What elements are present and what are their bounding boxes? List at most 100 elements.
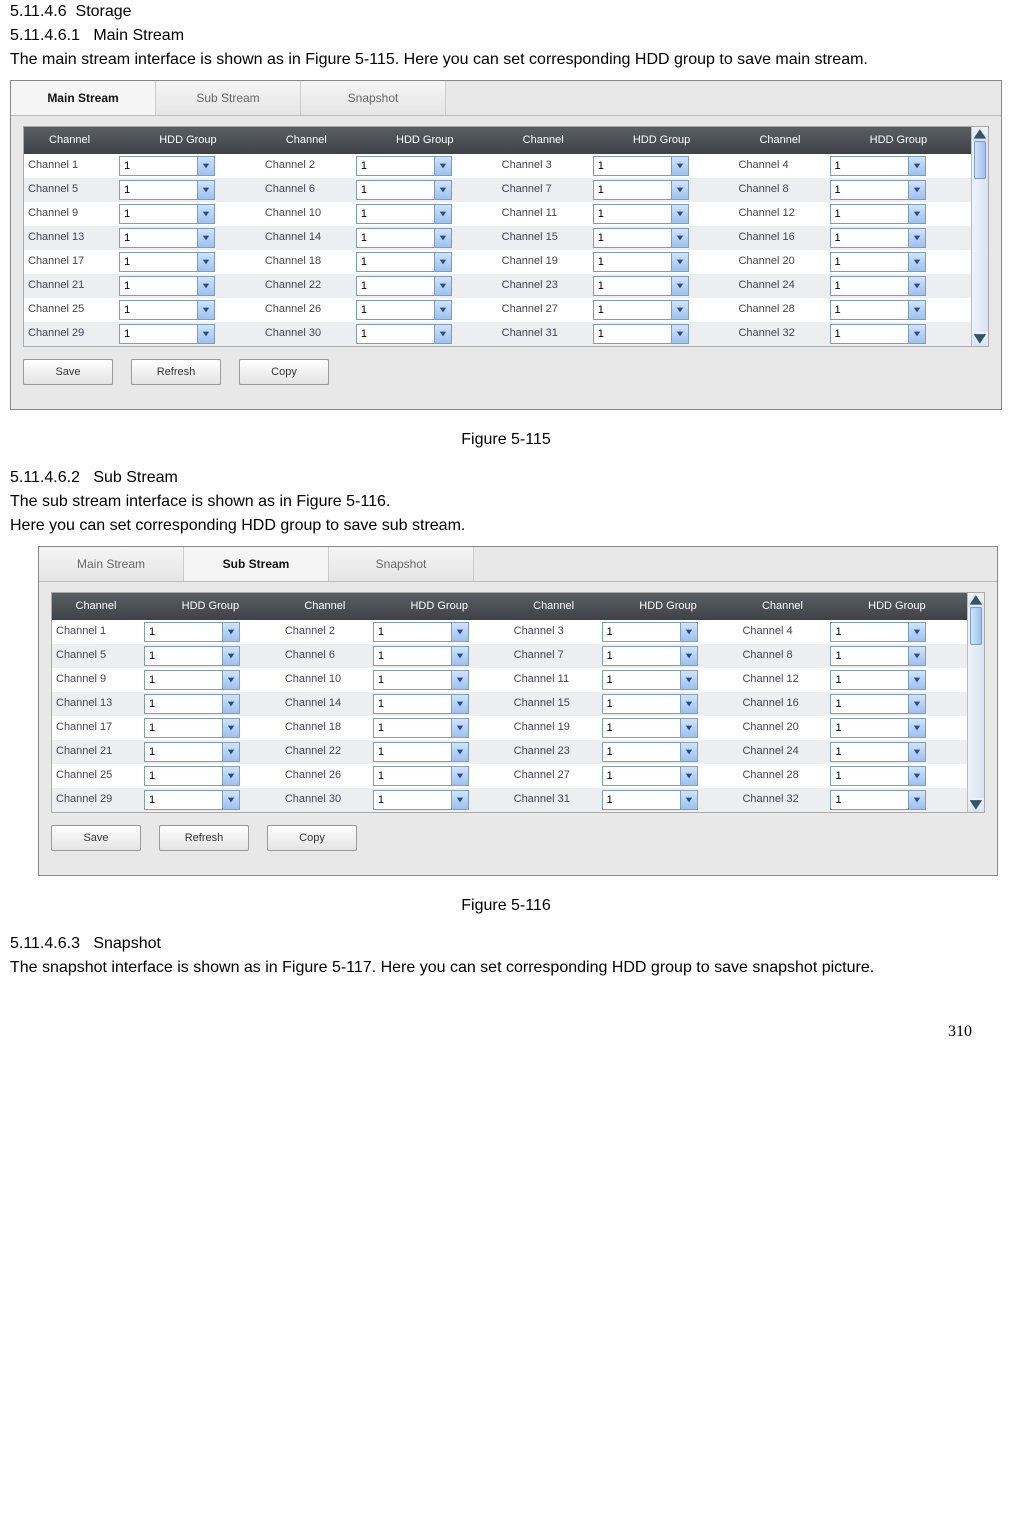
hdd-group-select[interactable]: 1	[830, 694, 926, 714]
tab-main-stream[interactable]: Main Stream	[11, 81, 156, 115]
vertical-scrollbar[interactable]	[971, 127, 988, 346]
hdd-group-select[interactable]: 1	[373, 718, 469, 738]
hdd-group-select[interactable]: 1	[119, 300, 215, 320]
hdd-group-select[interactable]: 1	[593, 228, 689, 248]
hdd-group-select[interactable]: 1	[830, 324, 926, 344]
hdd-group-select[interactable]: 1	[602, 670, 698, 690]
chevron-down-icon	[908, 277, 925, 295]
hdd-group-select[interactable]: 1	[144, 646, 240, 666]
hdd-group-select[interactable]: 1	[144, 694, 240, 714]
tab-snapshot[interactable]: Snapshot	[301, 81, 446, 115]
hdd-group-select[interactable]: 1	[144, 742, 240, 762]
hdd-group-select[interactable]: 1	[119, 204, 215, 224]
hdd-group-select[interactable]: 1	[602, 718, 698, 738]
chevron-down-icon	[908, 253, 925, 271]
channel-label: Channel 4	[734, 154, 825, 178]
refresh-button[interactable]: Refresh	[131, 359, 221, 386]
hdd-group-select[interactable]: 1	[119, 156, 215, 176]
hdd-group-select[interactable]: 1	[830, 622, 926, 642]
channel-label: Channel 18	[281, 716, 369, 740]
copy-button[interactable]: Copy	[239, 359, 329, 386]
hdd-group-select[interactable]: 1	[593, 204, 689, 224]
hdd-group-select[interactable]: 1	[144, 766, 240, 786]
hdd-group-select[interactable]: 1	[119, 276, 215, 296]
hdd-group-select[interactable]: 1	[830, 790, 926, 810]
hdd-group-select[interactable]: 1	[593, 156, 689, 176]
hdd-group-select[interactable]: 1	[830, 718, 926, 738]
tab-snapshot[interactable]: Snapshot	[329, 547, 474, 581]
chevron-down-icon	[908, 205, 925, 223]
hdd-group-select[interactable]: 1	[830, 252, 926, 272]
hdd-group-select[interactable]: 1	[373, 742, 469, 762]
save-button[interactable]: Save	[51, 825, 141, 852]
hdd-group-select[interactable]: 1	[356, 324, 452, 344]
hdd-group-select[interactable]: 1	[593, 180, 689, 200]
save-button[interactable]: Save	[23, 359, 113, 386]
channel-label: Channel 32	[734, 322, 825, 346]
hdd-group-select[interactable]: 1	[593, 276, 689, 296]
th-channel: Channel	[281, 593, 369, 620]
hdd-group-select[interactable]: 1	[602, 694, 698, 714]
hdd-group-select[interactable]: 1	[830, 180, 926, 200]
vertical-scrollbar[interactable]	[967, 593, 984, 812]
th-channel: Channel	[498, 127, 589, 154]
chevron-down-icon	[908, 767, 925, 785]
hdd-group-select[interactable]: 1	[119, 228, 215, 248]
hdd-group-select[interactable]: 1	[830, 228, 926, 248]
hdd-group-select[interactable]: 1	[356, 228, 452, 248]
tab-main-stream[interactable]: Main Stream	[39, 547, 184, 581]
hdd-group-select[interactable]: 1	[830, 156, 926, 176]
hdd-group-select[interactable]: 1	[356, 180, 452, 200]
hdd-group-select[interactable]: 1	[373, 646, 469, 666]
hdd-group-select[interactable]: 1	[830, 742, 926, 762]
hdd-group-select[interactable]: 1	[373, 766, 469, 786]
hdd-group-select[interactable]: 1	[373, 670, 469, 690]
scrollbar-thumb[interactable]	[970, 607, 982, 645]
chevron-down-icon	[680, 695, 697, 713]
hdd-group-select[interactable]: 1	[602, 646, 698, 666]
hdd-group-select[interactable]: 1	[356, 204, 452, 224]
th-hdd: HDD Group	[352, 127, 498, 154]
hdd-group-select[interactable]: 1	[356, 300, 452, 320]
copy-button[interactable]: Copy	[267, 825, 357, 852]
hdd-group-select[interactable]: 1	[830, 646, 926, 666]
hdd-group-select[interactable]: 1	[830, 204, 926, 224]
hdd-group-select[interactable]: 1	[593, 252, 689, 272]
panel-main-stream: Main Stream Sub Stream Snapshot Channel …	[10, 80, 1002, 410]
hdd-group-select[interactable]: 1	[144, 622, 240, 642]
hdd-group-select[interactable]: 1	[373, 790, 469, 810]
table-row: Channel 131Channel 141Channel 151Channel…	[24, 226, 971, 250]
hdd-group-select[interactable]: 1	[119, 180, 215, 200]
hdd-group-select[interactable]: 1	[144, 790, 240, 810]
hdd-group-select[interactable]: 1	[593, 300, 689, 320]
select-value: 1	[594, 253, 671, 271]
hdd-group-select[interactable]: 1	[373, 622, 469, 642]
refresh-button[interactable]: Refresh	[159, 825, 249, 852]
hdd-group-select[interactable]: 1	[602, 766, 698, 786]
hdd-group-select[interactable]: 1	[830, 670, 926, 690]
hdd-group-select[interactable]: 1	[119, 324, 215, 344]
hdd-group-select[interactable]: 1	[356, 276, 452, 296]
chevron-down-icon	[908, 181, 925, 199]
scrollbar-thumb[interactable]	[974, 141, 986, 179]
hdd-group-select[interactable]: 1	[144, 718, 240, 738]
chevron-down-icon	[222, 695, 239, 713]
tab-sub-stream[interactable]: Sub Stream	[156, 81, 301, 115]
select-value: 1	[831, 205, 908, 223]
hdd-group-select[interactable]: 1	[144, 670, 240, 690]
tab-sub-stream[interactable]: Sub Stream	[184, 547, 329, 581]
hdd-group-select[interactable]: 1	[356, 252, 452, 272]
hdd-group-select[interactable]: 1	[119, 252, 215, 272]
hdd-group-select[interactable]: 1	[602, 742, 698, 762]
tab-bar: Main Stream Sub Stream Snapshot	[11, 81, 1001, 116]
select-value: 1	[831, 623, 908, 641]
hdd-group-select[interactable]: 1	[830, 276, 926, 296]
select-value: 1	[120, 229, 197, 247]
hdd-group-select[interactable]: 1	[602, 622, 698, 642]
hdd-group-select[interactable]: 1	[373, 694, 469, 714]
hdd-group-select[interactable]: 1	[602, 790, 698, 810]
hdd-group-select[interactable]: 1	[356, 156, 452, 176]
hdd-group-select[interactable]: 1	[830, 300, 926, 320]
hdd-group-select[interactable]: 1	[593, 324, 689, 344]
hdd-group-select[interactable]: 1	[830, 766, 926, 786]
